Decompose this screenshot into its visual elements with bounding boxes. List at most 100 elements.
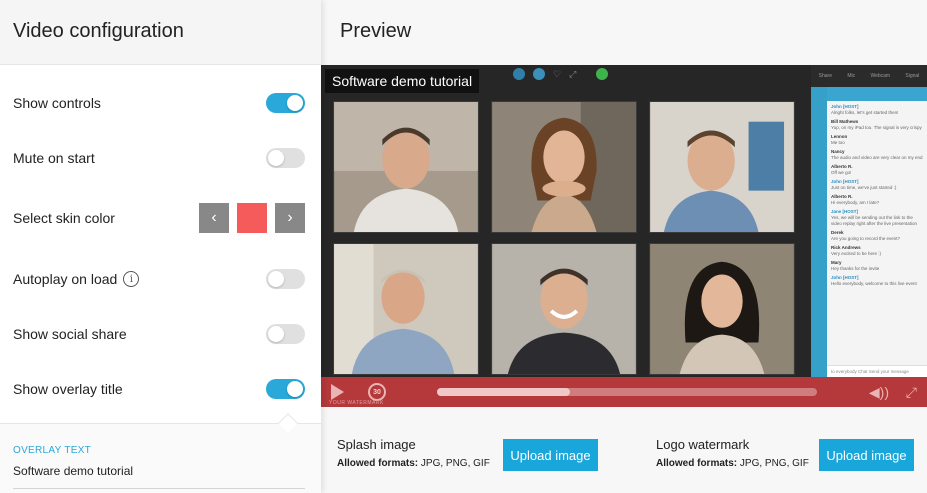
chat-message: Jane [HOST] Yes, we will be sending out t… (831, 209, 923, 227)
show-controls-toggle[interactable] (266, 93, 305, 113)
participant-video (492, 244, 636, 374)
toggle-knob (268, 326, 284, 342)
chat-tab[interactable]: Webcam (870, 73, 890, 79)
splash-image-block: Splash image Allowed formats: JPG, PNG, … (337, 437, 490, 469)
logo-watermark-title: Logo watermark (656, 437, 750, 452)
chevron-left-icon[interactable]: ‹ (199, 203, 229, 233)
setting-label: Show controls (13, 95, 101, 111)
setting-show-social-share: Show social share (0, 314, 321, 354)
chat-message: John [HOST] Alright folks, let's get star… (831, 104, 923, 116)
volume-icon[interactable]: ◀)) (869, 384, 889, 401)
input-underline (13, 488, 305, 489)
chat-toolbar: Share Mic Webcam Signal (811, 65, 927, 87)
chat-text: Hello everybody, welcome to this live ev… (831, 281, 917, 286)
fullscreen-icon[interactable]: ⤢ (906, 384, 917, 401)
participant-tile (491, 243, 637, 375)
setting-label: Mute on start (13, 150, 95, 166)
chat-message: Mary Hey thanks for the invite (831, 260, 923, 272)
skin-color-swatch[interactable] (237, 203, 267, 233)
panel-title: Video configuration (13, 20, 184, 42)
preview-panel: Preview Software demo tutorial ♡ ⤢ Share… (321, 0, 927, 493)
setting-mute-on-start: Mute on start (0, 138, 321, 178)
status-dot (513, 68, 525, 80)
chat-text: Are you going to record the event? (831, 236, 901, 241)
toggle-knob (268, 150, 284, 166)
setting-skin-color: Select skin color ‹ › (0, 198, 321, 238)
chat-text: Yes, we will be sending out the link to … (831, 215, 918, 226)
info-icon[interactable]: i (123, 271, 140, 287)
participant-video (334, 102, 478, 232)
splash-allowed-formats: Allowed formats: JPG, PNG, GIF (337, 458, 490, 469)
chat-message: Lennon Me too (831, 134, 923, 146)
setting-label: Show overlay title (13, 381, 123, 397)
upload-logo-button[interactable]: Upload image (819, 439, 914, 471)
setting-autoplay-on-load: Autoplay on load i (0, 259, 321, 299)
chat-text: Off we go! (831, 170, 852, 175)
chat-text: Hey thanks for the invite (831, 266, 880, 271)
chat-message: Derek Are you going to record the event? (831, 230, 923, 242)
chat-placeholder: Send your message (868, 369, 909, 374)
formats-label: Allowed formats: (337, 458, 419, 469)
chat-tab[interactable]: Signal (905, 73, 919, 79)
overlay-text-label: OVERLAY TEXT (13, 445, 92, 456)
expand-icon: ⤢ (569, 68, 577, 79)
chat-text: Just on time, we've just started :) (831, 185, 897, 190)
chat-input[interactable]: to everybody Chat Send your message (827, 365, 927, 377)
preview-header: Preview (321, 0, 927, 65)
video-control-bar: 30 ◀)) ⤢ YOUR WATERMARK (321, 377, 927, 407)
chat-tab[interactable]: Share (819, 73, 832, 79)
participant-tile (333, 101, 479, 233)
configuration-header: Video configuration (0, 0, 321, 65)
status-dot (533, 68, 545, 80)
show-social-share-toggle[interactable] (266, 324, 305, 344)
video-player[interactable]: Software demo tutorial ♡ ⤢ Share Mic Web… (321, 65, 927, 407)
skip-30-icon[interactable]: 30 (368, 383, 386, 401)
chat-icon-rail (811, 87, 827, 377)
formats-label: Allowed formats: (656, 458, 738, 469)
chat-text: Very excited to be here :) (831, 251, 882, 256)
participant-tile (649, 101, 795, 233)
setting-label: Autoplay on load (13, 271, 118, 287)
chat-recipient[interactable]: to everybody (831, 369, 857, 374)
participant-tile (333, 243, 479, 375)
chevron-right-icon[interactable]: › (275, 203, 305, 233)
upload-splash-button[interactable]: Upload image (503, 439, 598, 471)
progress-fill (437, 388, 570, 396)
chat-text: Alright folks, let's get started then! (831, 110, 899, 115)
chat-message: Rick Andrews Very excited to be here :) (831, 245, 923, 257)
heart-icon: ♡ (553, 68, 562, 79)
autoplay-on-load-toggle[interactable] (266, 269, 305, 289)
splash-image-title: Splash image (337, 437, 416, 452)
play-icon[interactable] (331, 384, 344, 400)
chat-text: The audio and video are very clear on my… (831, 155, 923, 160)
chat-tab[interactable]: Mic (847, 73, 855, 79)
toggle-knob (287, 381, 303, 397)
chat-mode[interactable]: Chat (858, 369, 868, 374)
chat-text: Yup, on my iPad too. The signal is very … (831, 125, 922, 130)
logo-allowed-formats: Allowed formats: JPG, PNG, GIF (656, 458, 809, 469)
chat-message: Alberto R. Hi everybody, am I late? (831, 194, 923, 206)
formats-value: JPG, PNG, GIF (420, 458, 490, 469)
participant-video (334, 244, 478, 374)
participant-video (492, 102, 636, 232)
video-top-toolbar: ♡ ⤢ (513, 68, 609, 80)
chat-message: Nancy The audio and video are very clear … (831, 149, 923, 161)
configuration-panel: Video configuration Show controls Mute o… (0, 0, 321, 493)
setting-label: Select skin color (13, 210, 115, 226)
chat-message-list: John [HOST] Alright folks, let's get star… (827, 101, 927, 377)
mute-on-start-toggle[interactable] (266, 148, 305, 168)
toggle-knob (287, 95, 303, 111)
watermark-text: YOUR WATERMARK (329, 400, 384, 406)
show-overlay-title-toggle[interactable] (266, 379, 305, 399)
overlay-text-input[interactable]: Software demo tutorial (13, 464, 308, 478)
skin-color-selector: ‹ › (199, 203, 305, 233)
chat-message: Alberto R. Off we go! (831, 164, 923, 176)
setting-show-overlay-title: Show overlay title (0, 369, 321, 409)
chat-message: John [HOST] Hello everybody, welcome to t… (831, 275, 923, 287)
chat-message: John [HOST] Just on time, we've just star… (831, 179, 923, 191)
chat-message: Bill Mathews Yup, on my iPad too. The sig… (831, 119, 923, 131)
progress-bar[interactable] (437, 388, 817, 396)
video-overlay-title: Software demo tutorial (325, 69, 480, 93)
participant-tile (491, 101, 637, 233)
chat-text: Hi everybody, am I late? (831, 200, 880, 205)
